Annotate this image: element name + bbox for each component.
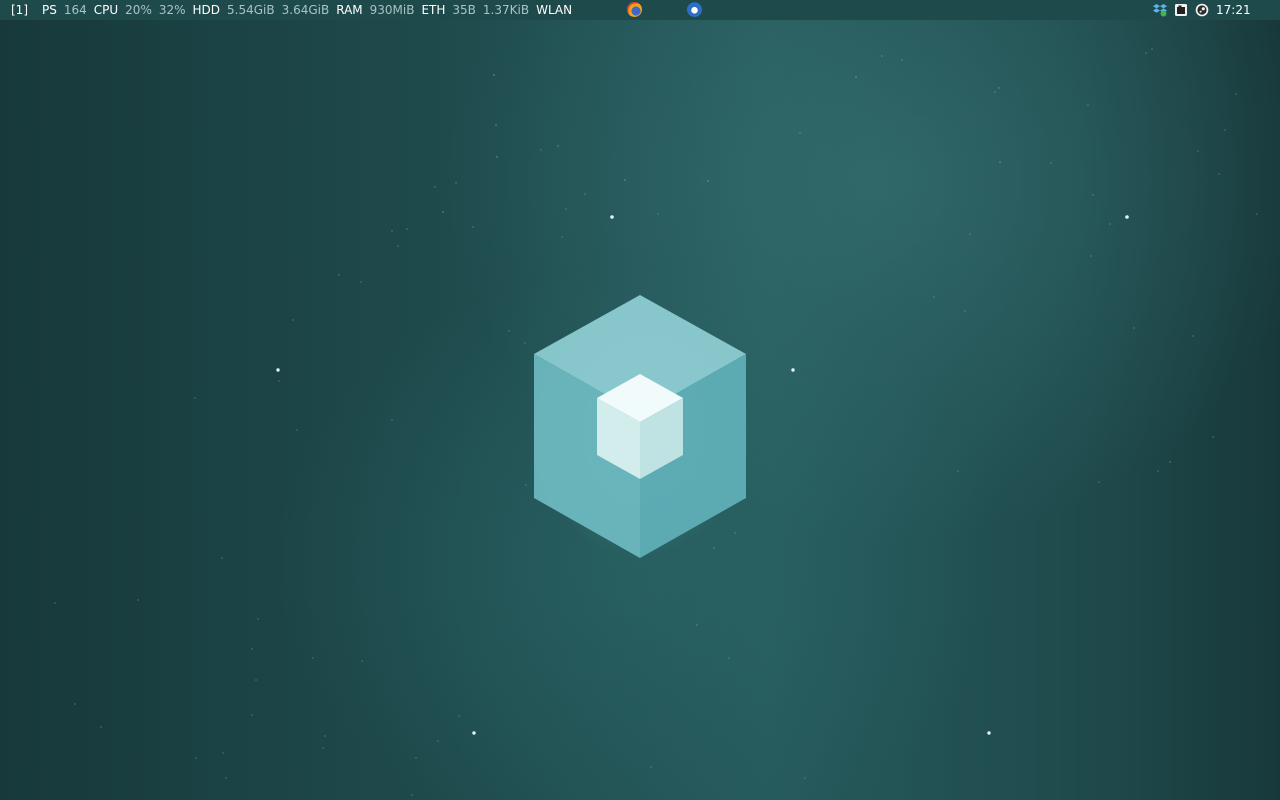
cube-logo <box>530 295 750 558</box>
eth-value-1: 35B <box>452 3 476 17</box>
hdd-value-2: 3.64GiB <box>281 3 330 17</box>
eth-value-2: 1.37KiB <box>482 3 530 17</box>
ram-label: RAM <box>336 3 363 17</box>
workspace-indicator[interactable]: [1] <box>11 0 28 20</box>
ps-label: PS <box>42 3 57 17</box>
screenshot-icon[interactable] <box>1174 3 1188 17</box>
launcher-area <box>627 2 707 18</box>
thunderbird-icon[interactable] <box>687 2 702 17</box>
eth-label: ETH <box>421 3 446 17</box>
cpu-value-1: 20% <box>125 3 152 17</box>
steam-icon[interactable] <box>1195 3 1209 17</box>
desktop-background[interactable] <box>0 20 1280 800</box>
ram-value: 930MiB <box>369 3 415 17</box>
cpu-label: CPU <box>93 3 119 17</box>
dropbox-icon[interactable] <box>1153 3 1167 17</box>
hdd-value-1: 5.54GiB <box>227 3 275 17</box>
clock[interactable]: 17:21 <box>1216 0 1251 20</box>
top-status-bar: [1] PS 164 CPU 20% 32% HDD 5.54GiB 3.64G… <box>0 0 1280 20</box>
firefox-icon[interactable] <box>627 2 642 17</box>
ps-value: 164 <box>63 3 87 17</box>
cpu-value-2: 32% <box>158 3 186 17</box>
wlan-label: WLAN <box>536 3 573 17</box>
hdd-label: HDD <box>192 3 221 17</box>
system-monitor: [1] PS 164 CPU 20% 32% HDD 5.54GiB 3.64G… <box>11 0 579 20</box>
